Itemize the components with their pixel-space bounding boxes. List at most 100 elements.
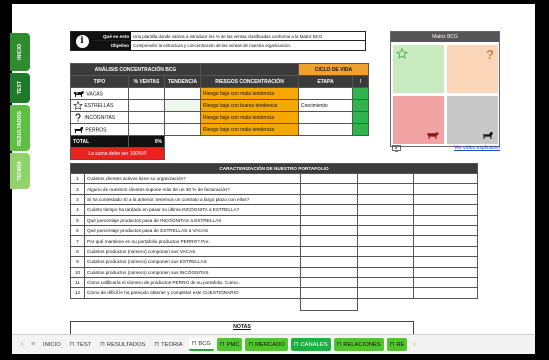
col-bang: ! (352, 75, 369, 88)
answer-cell-3[interactable] (413, 193, 478, 206)
row-riesgo: Riesgo bajo con buena tendencia (200, 99, 299, 112)
answer-cell[interactable] (299, 214, 359, 226)
sheet-tab-label: INICIO (43, 341, 61, 348)
row-tipo[interactable]: PERROS (70, 123, 129, 136)
row-etapa (298, 87, 353, 100)
video-icon[interactable] (392, 144, 401, 152)
row-tendencia-input[interactable] (164, 99, 201, 112)
lock-icon: ⊓ (154, 342, 160, 348)
row-tendencia-input[interactable] (164, 123, 201, 136)
answer-cell-3[interactable] (413, 172, 478, 185)
answer-cell-3[interactable] (413, 266, 478, 278)
sheet-tab-resultados[interactable]: ⊓ RESULTADOS (97, 338, 148, 351)
notes-section[interactable]: NOTAS (70, 321, 414, 335)
side-tab-teoria[interactable]: TEORÍA (10, 153, 30, 189)
answer-cell-2[interactable] (357, 204, 415, 216)
cow-icon (427, 132, 439, 139)
answer-cell-3[interactable] (413, 287, 478, 299)
row-status-cell (352, 123, 369, 136)
sheet-tab-re[interactable]: ⊓ RE (386, 338, 408, 351)
row-tipo-label: PERROS (85, 126, 107, 133)
table-row: 2 Alguno de nuestros clientes supone más … (70, 183, 478, 195)
answer-cell[interactable] (299, 204, 359, 216)
sheet-tab-bar: › ≡ INICIO ⊓ TEST ⊓ RESULTADOS ⊓ TEORIA ⊓ BCG ⊓ PM… (12, 334, 535, 354)
answer-cell[interactable] (299, 193, 359, 206)
answer-cell-2[interactable] (357, 235, 415, 247)
bcg-quadrant-question: ? (447, 45, 498, 93)
answer-cell-2[interactable] (357, 224, 415, 237)
answer-cell[interactable] (299, 276, 359, 289)
footer-answer-cell[interactable] (299, 297, 359, 311)
table-row: 3 Si ha contestado Sí a la anterior, tene… (70, 193, 478, 206)
col-etapa: ETAPA (298, 75, 353, 88)
answer-cell-3[interactable] (413, 245, 478, 258)
sheet-tab-relaciones[interactable]: ⊓ RELACIONES (333, 338, 384, 351)
side-tab-inicio[interactable]: INICIO (10, 33, 30, 71)
answer-cell-2[interactable] (357, 193, 415, 206)
question-text: Cuántos clientes activos tiene su organi… (83, 172, 301, 185)
answer-cell-2[interactable] (357, 214, 415, 226)
sheet-tab-label: BCG (198, 340, 211, 347)
sheet-tab-pmc[interactable]: ⊓ PMC (216, 338, 243, 351)
row-etapa: Crecimiento (298, 99, 353, 112)
answer-cell-2[interactable] (357, 245, 415, 258)
menu-icon[interactable]: ≡ (29, 341, 37, 348)
side-tab-test[interactable]: TEST (10, 73, 30, 103)
row-ventas-input[interactable] (128, 111, 165, 124)
row-tipo-label: VACAS (86, 90, 103, 97)
answer-cell-3[interactable] (413, 256, 478, 268)
side-tab-resultados[interactable]: RESULTADOS (10, 105, 30, 151)
sheet-tab-mercado[interactable]: ⊓ MERCADO (245, 338, 288, 351)
answer-cell-2[interactable] (357, 287, 415, 299)
question-text: Qué porcentaje productos pasa de ESTRELL… (83, 224, 301, 237)
answer-cell-2[interactable] (357, 172, 415, 185)
row-status-cell (352, 111, 369, 124)
lock-icon: ⊓ (69, 342, 75, 348)
sheet-tab-teoria[interactable]: ⊓ TEORIA (151, 338, 185, 351)
row-tipo[interactable]: ESTRELLAS (70, 99, 129, 112)
row-ventas-input[interactable] (128, 87, 165, 100)
answer-cell-3[interactable] (413, 276, 478, 289)
info-box: i Qué es esto Una plantilla donde vamos … (70, 31, 366, 51)
answer-cell-3[interactable] (413, 214, 478, 226)
sheet-tab-inicio[interactable]: INICIO (40, 338, 64, 351)
question-number: 10 (70, 266, 85, 278)
side-tab-label: INICIO (17, 44, 23, 60)
video-link[interactable]: Ver vídeo explicativo (454, 145, 500, 151)
answer-cell[interactable] (299, 235, 359, 247)
answer-cell[interactable] (299, 256, 359, 268)
col-tendencia: TENDENCIA (164, 75, 201, 88)
answer-cell[interactable] (299, 224, 359, 237)
answer-cell-2[interactable] (357, 183, 415, 195)
answer-cell-3[interactable] (413, 183, 478, 195)
answer-cell[interactable] (299, 287, 359, 299)
answer-cell[interactable] (299, 183, 359, 195)
answer-cell-2[interactable] (357, 266, 415, 278)
answer-cell-3[interactable] (413, 224, 478, 237)
row-tipo[interactable]: VACAS (70, 87, 129, 100)
chevron-right-icon[interactable]: › (18, 341, 26, 348)
sheet-tab-test[interactable]: ⊓ TEST (67, 338, 95, 351)
answer-cell[interactable] (299, 172, 359, 185)
table-row: 12 Cómo de difícil le ha parecido obtener… (70, 287, 478, 299)
sheet-tab-canales[interactable]: ⊓ CANALES (290, 338, 331, 351)
answer-cell-3[interactable] (413, 204, 478, 216)
cow-icon (74, 90, 84, 97)
question-number: 1 (70, 172, 85, 185)
row-ventas-input[interactable] (128, 99, 165, 112)
answer-cell[interactable] (299, 266, 359, 278)
chevron-right-icon[interactable]: › (410, 341, 418, 348)
row-tendencia-input[interactable] (164, 111, 201, 124)
row-tendencia-input[interactable] (164, 87, 201, 100)
table-row: ESTRELLAS Riesgo bajo con buena tendenci… (70, 99, 369, 112)
sheet-tab-bcg[interactable]: ⊓ BCG (188, 338, 214, 351)
bcg-matrix: Matriz BCG ? (390, 31, 500, 147)
answer-cell[interactable] (299, 245, 359, 258)
answer-cell-2[interactable] (357, 256, 415, 268)
row-ventas-input[interactable] (128, 123, 165, 136)
characterization-title: CARACTERIZACIÓN DE NUESTRO PORTAFOLIO (70, 163, 478, 174)
col-tipo: TIPO (70, 75, 129, 88)
answer-cell-3[interactable] (413, 235, 478, 247)
answer-cell-2[interactable] (357, 276, 415, 289)
row-tipo[interactable]: INCÓGNITAS (70, 111, 129, 124)
